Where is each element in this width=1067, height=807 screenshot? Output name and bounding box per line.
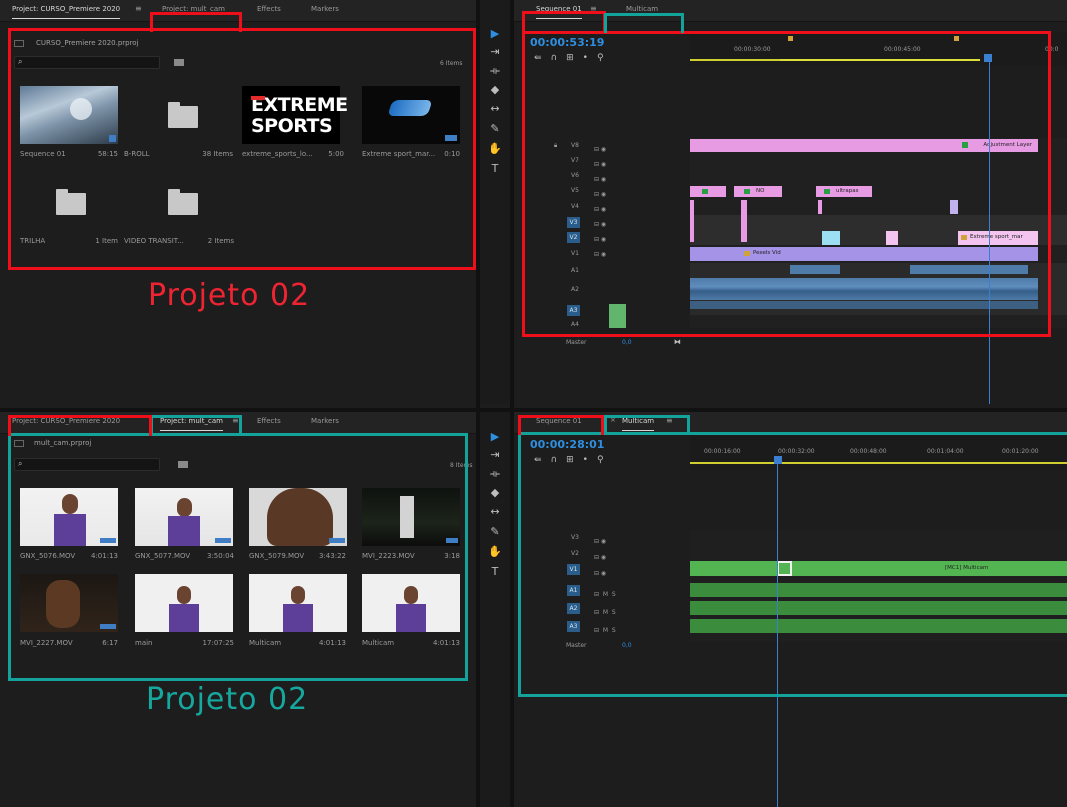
tools-panel-top: ▶ ⇥ ⟛ ◆ ↔ ✎ ✋ T (480, 0, 510, 404)
annotation-projeto-top: Projeto 02 (148, 278, 311, 313)
pen-tool-icon[interactable]: ✎ (488, 525, 502, 539)
ripple-edit-icon[interactable]: ⟛ (488, 64, 502, 78)
tab-effects[interactable]: Effects (257, 417, 281, 425)
highlight-box-top-timeline (522, 31, 1051, 337)
hand-tool-icon[interactable]: ✋ (488, 142, 502, 156)
razor-tool-icon[interactable]: ◆ (488, 486, 502, 500)
highlight-box-bottom-curso-tab (8, 415, 152, 436)
tab-multicam[interactable]: Multicam (626, 5, 658, 13)
highlight-box-bottom-tab (150, 415, 242, 436)
ripple-edit-icon[interactable]: ⟛ (488, 467, 502, 481)
master-label: Master (566, 339, 587, 346)
type-tool-icon[interactable]: T (488, 565, 502, 579)
tab-project-curso[interactable]: Project: CURSO_Premiere 2020 (12, 5, 121, 19)
highlight-box-bottom-timeline (518, 432, 1067, 697)
slip-tool-icon[interactable]: ↔ (488, 102, 502, 116)
type-tool-icon[interactable]: T (488, 162, 502, 176)
master-value: 0,0 (622, 339, 632, 346)
slip-tool-icon[interactable]: ↔ (488, 505, 502, 519)
highlight-box-top-multicam-tab (604, 13, 684, 33)
selection-tool-icon[interactable]: ▶ (488, 430, 502, 444)
pen-tool-icon[interactable]: ✎ (488, 122, 502, 136)
tab-markers[interactable]: Markers (311, 5, 339, 13)
annotation-projeto-bottom: Projeto 02 (146, 682, 309, 717)
highlight-box-bottom-project (8, 433, 468, 681)
highlight-box-bottom-multicam-tab (604, 415, 690, 435)
tab-effects[interactable]: Effects (257, 5, 281, 13)
highlight-box-top-timeline-tab (522, 11, 606, 33)
selection-tool-icon[interactable]: ▶ (488, 27, 502, 41)
razor-tool-icon[interactable]: ◆ (488, 83, 502, 97)
highlight-box-top-tab (150, 12, 242, 32)
master-end-icon: ⧓ (674, 338, 681, 346)
track-select-icon[interactable]: ⇥ (488, 448, 502, 462)
track-select-icon[interactable]: ⇥ (488, 45, 502, 59)
hand-tool-icon[interactable]: ✋ (488, 545, 502, 559)
tab-markers[interactable]: Markers (311, 417, 339, 425)
highlight-box-bottom-seq-tab (518, 415, 604, 435)
panel-menu-icon[interactable]: ≡ (135, 4, 142, 13)
highlight-box-top-project (8, 28, 476, 270)
tools-panel-bottom: ▶ ⇥ ⟛ ◆ ↔ ✎ ✋ T (480, 412, 510, 807)
